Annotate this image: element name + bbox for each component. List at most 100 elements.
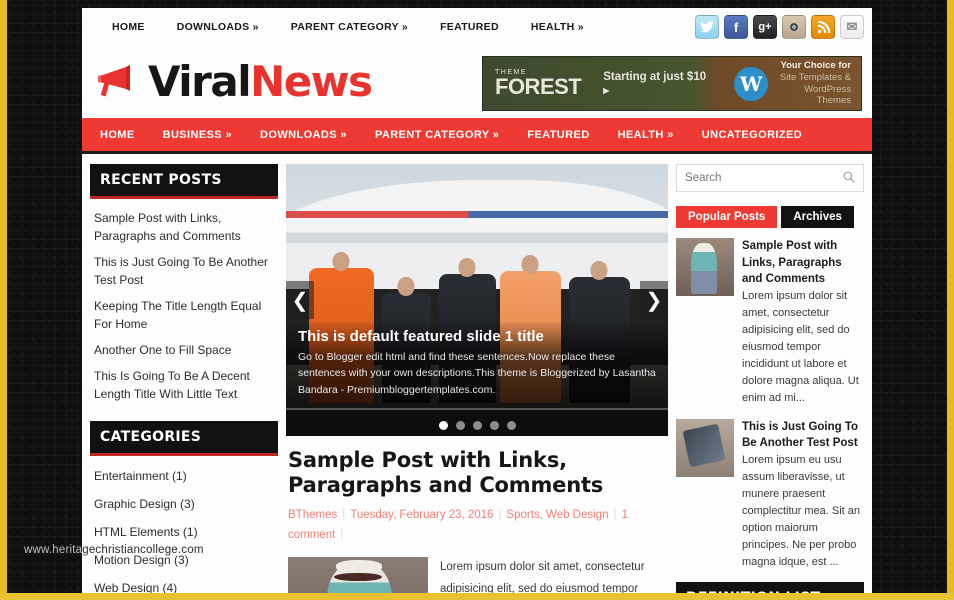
top-navigation: HOME DOWNLOADS » PARENT CATEGORY » FEATU… (96, 21, 600, 33)
popular-post-title[interactable]: Sample Post with Links, Paragraphs and C… (742, 238, 864, 288)
search-input[interactable] (685, 172, 843, 184)
featured-slider[interactable]: ❮ ❯ This is default featured slide 1 tit… (286, 164, 668, 436)
popular-post-thumbnail[interactable] (676, 238, 734, 296)
popular-post-excerpt: Lorem ipsum dolor sit amet, consectetur … (742, 290, 859, 404)
mainnav-item-featured[interactable]: FEATURED (513, 129, 603, 141)
recent-post-link[interactable]: Another One to Fill Space (94, 343, 231, 357)
recent-post-link[interactable]: Keeping The Title Length Equal For Home (94, 299, 261, 331)
list-item[interactable]: This is Just Going To Be Another Test Po… (94, 249, 274, 293)
popular-post-title[interactable]: This is Just Going To Be Another Test Po… (742, 419, 864, 452)
category-link-entertainment[interactable]: Entertainment (1) (94, 469, 187, 483)
slider-title: This is default featured slide 1 title (298, 328, 544, 346)
logo-text-secondary: News (250, 57, 373, 106)
category-link-graphic-design[interactable]: Graphic Design (3) (94, 497, 195, 511)
recent-posts-list: Sample Post with Links, Paragraphs and C… (90, 199, 278, 407)
list-item[interactable]: This Is Going To Be A Decent Length Titl… (94, 363, 274, 407)
site-logo[interactable]: ViralNews (96, 61, 373, 103)
email-icon[interactable]: ✉ (840, 15, 864, 39)
slider-dot-5[interactable] (506, 421, 516, 430)
slider-next-arrow-icon[interactable]: ❯ (640, 281, 668, 319)
banner-brand: THEME FOREST (483, 69, 582, 99)
slider-description: Go to Blogger edit html and find these s… (298, 351, 656, 396)
themeforest-banner-ad[interactable]: THEME FOREST Starting at just $10 ▸ W Yo… (482, 56, 862, 111)
sidebar-left: RECENT POSTS Sample Post with Links, Par… (90, 164, 278, 600)
image-watermark: www.heritagechristiancollege.com (24, 544, 204, 556)
post-categories[interactable]: Sports, Web Design (506, 509, 608, 521)
content-area: RECENT POSTS Sample Post with Links, Par… (82, 154, 872, 600)
tab-archives[interactable]: Archives (781, 206, 854, 228)
twitter-icon[interactable] (695, 15, 719, 39)
list-item[interactable]: Keeping The Title Length Equal For Home (94, 293, 274, 337)
top-bar: HOME DOWNLOADS » PARENT CATEGORY » FEATU… (82, 8, 872, 46)
popular-post-excerpt: Lorem ipsum eu usu assum liberavisse, ut… (742, 453, 860, 568)
widget-title-categories: CATEGORIES (90, 421, 278, 456)
banner-tagline-line1: Your Choice for (780, 59, 851, 71)
slider-pagination (286, 421, 668, 430)
popular-post-thumbnail[interactable] (676, 418, 734, 477)
mainnav-item-home[interactable]: HOME (86, 129, 149, 141)
mainnav-item-health[interactable]: HEALTH » (604, 129, 688, 141)
post-article: Sample Post with Links, Paragraphs and C… (286, 436, 668, 600)
recent-post-link[interactable]: Sample Post with Links, Paragraphs and C… (94, 211, 241, 243)
frame-border-left (0, 0, 7, 600)
category-link-html-elements[interactable]: HTML Elements (1) (94, 525, 198, 539)
search-icon[interactable] (843, 171, 855, 186)
post-title[interactable]: Sample Post with Links, Paragraphs and C… (288, 448, 666, 498)
topnav-item-downloads[interactable]: DOWNLOADS » (161, 21, 275, 33)
main-column: ❮ ❯ This is default featured slide 1 tit… (286, 164, 668, 600)
wordpress-icon: W (734, 66, 769, 101)
social-links: f g+ ✉ (695, 15, 864, 39)
slider-dot-3[interactable] (472, 421, 482, 430)
search-box[interactable] (676, 164, 864, 192)
slider-dot-2[interactable] (455, 421, 465, 430)
mainnav-item-business[interactable]: BUSINESS » (149, 129, 246, 141)
meta-separator: | (340, 528, 344, 541)
mainnav-item-uncategorized[interactable]: UNCATEGORIZED (688, 129, 816, 141)
widget-recent-posts: RECENT POSTS Sample Post with Links, Par… (90, 164, 278, 407)
recent-post-link[interactable]: This is Just Going To Be Another Test Po… (94, 255, 268, 287)
topnav-item-featured[interactable]: FEATURED (424, 21, 515, 33)
list-item[interactable]: Another One to Fill Space (94, 337, 274, 363)
list-item[interactable]: Sample Post with Links, Paragraphs and C… (94, 205, 274, 249)
topnav-item-parent-category[interactable]: PARENT CATEGORY » (275, 21, 424, 33)
slider-dot-4[interactable] (489, 421, 499, 430)
list-item[interactable]: HTML Elements (1) (94, 518, 274, 546)
tab-popular-posts[interactable]: Popular Posts (676, 206, 778, 228)
megaphone-icon (96, 64, 142, 100)
recent-post-link[interactable]: This Is Going To Be A Decent Length Titl… (94, 369, 250, 401)
slider-caption: This is default featured slide 1 title G… (286, 322, 668, 408)
post-author[interactable]: BThemes (288, 509, 337, 521)
popular-post-item[interactable]: This is Just Going To Be Another Test Po… (676, 418, 864, 571)
main-navigation: HOME BUSINESS » DOWNLOADS » PARENT CATEG… (82, 118, 872, 154)
list-item[interactable]: Graphic Design (3) (94, 490, 274, 518)
banner-tagline-line3: WordPress Themes (804, 83, 851, 107)
topnav-item-health[interactable]: HEALTH » (515, 21, 600, 33)
frame-border-right (947, 0, 954, 600)
site-container: HOME DOWNLOADS » PARENT CATEGORY » FEATU… (82, 8, 872, 600)
meta-separator: | (613, 509, 617, 522)
frame-border-bottom (0, 593, 954, 600)
sidebar-right: Popular Posts Archives Sample Post with … (676, 164, 864, 600)
popular-post-item[interactable]: Sample Post with Links, Paragraphs and C… (676, 238, 864, 407)
slider-prev-arrow-icon[interactable]: ❮ (286, 281, 314, 319)
mainnav-item-downloads[interactable]: DOWNLOADS » (246, 129, 361, 141)
topnav-item-home[interactable]: HOME (96, 21, 161, 33)
sidebar-tabs: Popular Posts Archives (676, 206, 864, 228)
banner-brand-large: FOREST (495, 74, 582, 99)
popular-post-body: Sample Post with Links, Paragraphs and C… (742, 238, 864, 407)
slider-dot-1[interactable] (438, 421, 448, 430)
google-plus-icon[interactable]: g+ (753, 15, 777, 39)
rss-icon[interactable] (811, 15, 835, 39)
post-meta: BThemes | Tuesday, February 23, 2016 | Sport… (288, 506, 666, 545)
logo-text: ViralNews (148, 61, 373, 103)
meta-separator: | (342, 509, 346, 522)
facebook-icon[interactable]: f (724, 15, 748, 39)
instagram-icon[interactable] (782, 15, 806, 39)
mainnav-item-parent-category[interactable]: PARENT CATEGORY » (361, 129, 513, 141)
post-date[interactable]: Tuesday, February 23, 2016 (350, 509, 493, 521)
banner-price: Starting at just $10 ▸ (603, 70, 707, 97)
categories-list: Entertainment (1) Graphic Design (3) HTM… (90, 456, 278, 600)
site-header: ViralNews THEME FOREST Starting at just … (82, 46, 872, 118)
list-item[interactable]: Entertainment (1) (94, 462, 274, 490)
logo-text-primary: Viral (148, 57, 252, 106)
